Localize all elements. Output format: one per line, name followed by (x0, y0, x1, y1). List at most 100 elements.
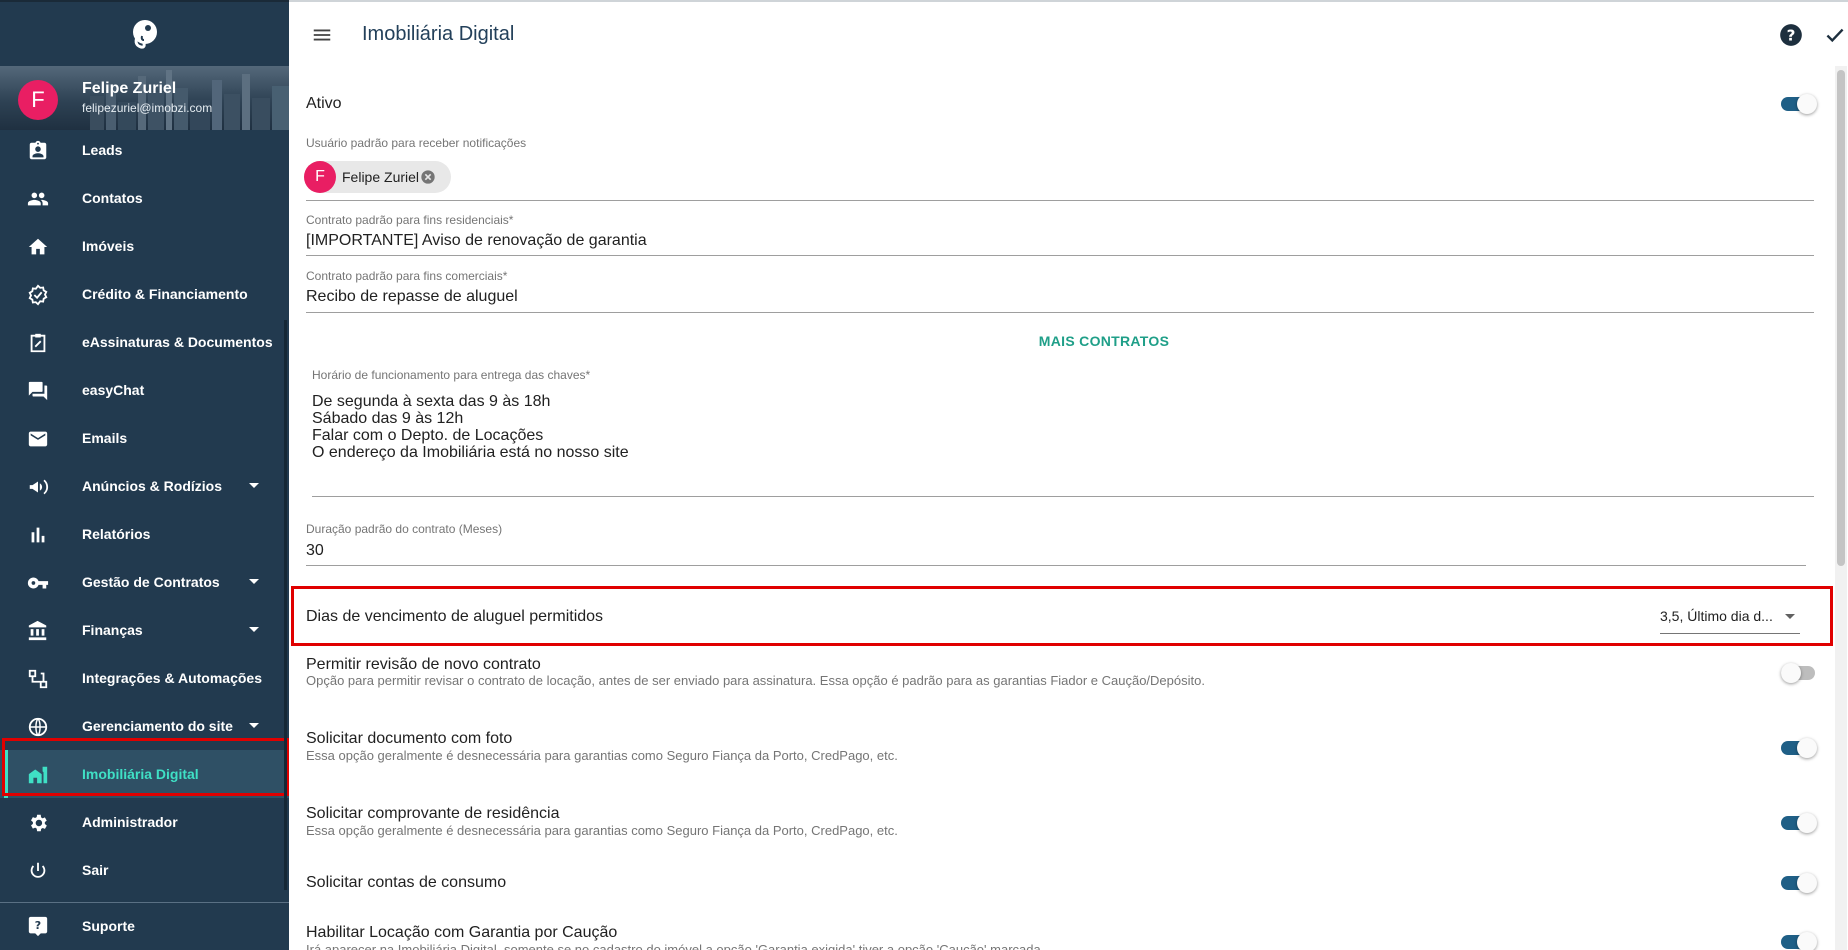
user-name: Felipe Zuriel (82, 80, 177, 97)
chevron-down-icon (1785, 614, 1795, 619)
chat-icon (28, 381, 48, 401)
sidebar-item-imoveis[interactable]: Imóveis (0, 222, 289, 270)
key-hours-line: Sábado das 9 às 12h (312, 410, 464, 427)
sidebar-item-relatorios[interactable]: Relatórios (0, 510, 289, 558)
sidebar-item-label: Integrações & Automações (82, 670, 262, 686)
app-window: F Felipe Zuriel felipezuriel@imobzi.com … (0, 0, 1848, 950)
home-icon (28, 238, 48, 255)
duration-input[interactable]: 30 (306, 542, 324, 560)
integration-icon (28, 669, 48, 689)
notify-user-chip[interactable]: F Felipe Zuriel (304, 161, 451, 193)
megaphone-icon (29, 479, 49, 495)
key-hours-line: Falar com o Depto. de Locações (312, 427, 544, 444)
sidebar-scrollbar[interactable] (284, 320, 287, 890)
chip-label: Felipe Zuriel (342, 169, 420, 185)
key-hours-underline (312, 496, 1814, 497)
sidebar-item-label: Finanças (82, 622, 143, 638)
content-scrollbar[interactable] (1835, 66, 1847, 950)
option-description: Opção para permitir revisar o contrato d… (306, 673, 1205, 688)
commercial-contract-underline (306, 312, 1814, 313)
option-description: Essa opção geralmente é desnecessária pa… (306, 748, 898, 763)
notify-user-label: Usuário padrão para receber notificações (306, 136, 527, 150)
user-avatar[interactable]: F (18, 80, 58, 120)
caucao-guarantee-toggle[interactable] (1781, 932, 1817, 950)
option-title: Habilitar Locação com Garantia por Cauçã… (306, 924, 618, 941)
sidebar-item-label: Crédito & Financiamento (82, 286, 248, 302)
option-title: Solicitar documento com foto (306, 730, 513, 747)
key-hours-label: Horário de funcionamento para entrega da… (312, 368, 591, 382)
sidebar-item-credito[interactable]: Crédito & Financiamento (0, 270, 289, 318)
commercial-contract-label: Contrato padrão para fins comerciais* (306, 269, 508, 283)
due-days-value: 3,5, Último dia d... (1660, 608, 1773, 624)
option-description: Irá aparecer na Imobiliária Digital, som… (306, 942, 1045, 950)
sidebar-item-sair[interactable]: Sair (0, 846, 289, 894)
sidebar-item-integracoes[interactable]: Integrações & Automações (0, 654, 289, 702)
contact-card-icon (29, 140, 47, 160)
key-hours-textarea[interactable]: De segunda à sexta das 9 às 18h Sábado d… (312, 393, 629, 461)
key-icon (27, 577, 49, 589)
sidebar-item-emails[interactable]: Emails (0, 414, 289, 462)
duration-label: Duração padrão do contrato (Meses) (306, 522, 503, 536)
city-skyline-image (90, 70, 289, 130)
help-icon[interactable]: ? (1778, 22, 1804, 48)
chip-avatar: F (304, 161, 336, 193)
option-title: Solicitar contas de consumo (306, 874, 507, 891)
commercial-contract-input[interactable]: Recibo de repasse de aluguel (306, 288, 518, 306)
user-profile-banner[interactable]: F Felipe Zuriel felipezuriel@imobzi.com (0, 66, 289, 130)
sidebar-item-easychat[interactable]: easyChat (0, 366, 289, 414)
sidebar-item-label: Emails (82, 430, 128, 446)
sidebar-item-eassinaturas[interactable]: eAssinaturas & Documentos (0, 318, 289, 366)
review-contract-toggle[interactable] (1781, 663, 1817, 683)
utility-bills-toggle[interactable] (1781, 873, 1817, 893)
ativo-label: Ativo (306, 95, 342, 112)
chevron-down-icon (249, 579, 259, 584)
bar-chart-icon (31, 527, 45, 543)
chevron-down-icon (249, 627, 259, 632)
svg-text:?: ? (35, 919, 41, 932)
sidebar-item-gestao-contratos[interactable]: Gestão de Contratos (0, 558, 289, 606)
hamburger-menu-icon[interactable] (311, 24, 333, 46)
gear-icon (31, 814, 47, 832)
duration-underline (306, 565, 1806, 566)
verified-badge-icon (28, 284, 48, 306)
sidebar-item-label: eAssinaturas & Documentos (82, 334, 273, 350)
sidebar-item-label: easyChat (82, 382, 145, 398)
sidebar-item-label: Anúncios & Rodízios (82, 478, 222, 494)
residence-proof-toggle[interactable] (1781, 813, 1817, 833)
more-contracts-button[interactable]: MAIS CONTRATOS (1004, 333, 1204, 349)
sidebar-item-financas[interactable]: Finanças (0, 606, 289, 654)
due-days-label: Dias de vencimento de aluguel permitidos (306, 608, 604, 625)
chevron-down-icon (249, 723, 259, 728)
residential-contract-input[interactable]: [IMPORTANTE] Aviso de renovação de garan… (306, 232, 647, 250)
photo-document-toggle[interactable] (1781, 738, 1817, 758)
sidebar-item-label: Relatórios (82, 526, 151, 542)
sidebar-item-label: Imóveis (82, 238, 135, 254)
sidebar-item-anuncios[interactable]: Anúncios & Rodízios (0, 462, 289, 510)
remove-chip-icon[interactable] (420, 169, 436, 185)
chevron-down-icon (249, 483, 259, 488)
key-hours-line: O endereço da Imobiliária está no nosso … (312, 444, 629, 461)
ativo-toggle[interactable] (1781, 94, 1817, 114)
key-hours-line: De segunda à sexta das 9 às 18h (312, 393, 551, 410)
sidebar-item-suporte[interactable]: ? Suporte (0, 902, 289, 950)
save-check-icon[interactable] (1822, 22, 1848, 48)
notify-user-underline (306, 200, 1814, 201)
power-icon (30, 862, 46, 878)
settings-form: Ativo Usuário padrão para receber notifi… (289, 66, 1848, 950)
bank-icon (28, 620, 47, 641)
scrollbar-thumb[interactable] (1837, 70, 1845, 566)
sidebar-item-label: Contatos (82, 190, 143, 206)
chameleon-logo-icon (132, 20, 157, 49)
sidebar-item-label: Leads (82, 142, 123, 158)
sidebar-item-administrador[interactable]: Administrador (0, 798, 289, 846)
residential-contract-underline (306, 255, 1814, 256)
sidebar-item-contatos[interactable]: Contatos (0, 174, 289, 222)
due-days-select[interactable]: 3,5, Último dia d... (1660, 600, 1800, 634)
support-label: Suporte (82, 918, 135, 934)
top-bar: Imobiliária Digital ? (289, 0, 1848, 66)
user-email: felipezuriel@imobzi.com (82, 101, 213, 115)
sidebar-item-leads[interactable]: Leads (0, 126, 289, 174)
app-logo[interactable] (0, 0, 289, 66)
svg-text:?: ? (1787, 26, 1796, 44)
sidebar: F Felipe Zuriel felipezuriel@imobzi.com … (0, 0, 289, 950)
